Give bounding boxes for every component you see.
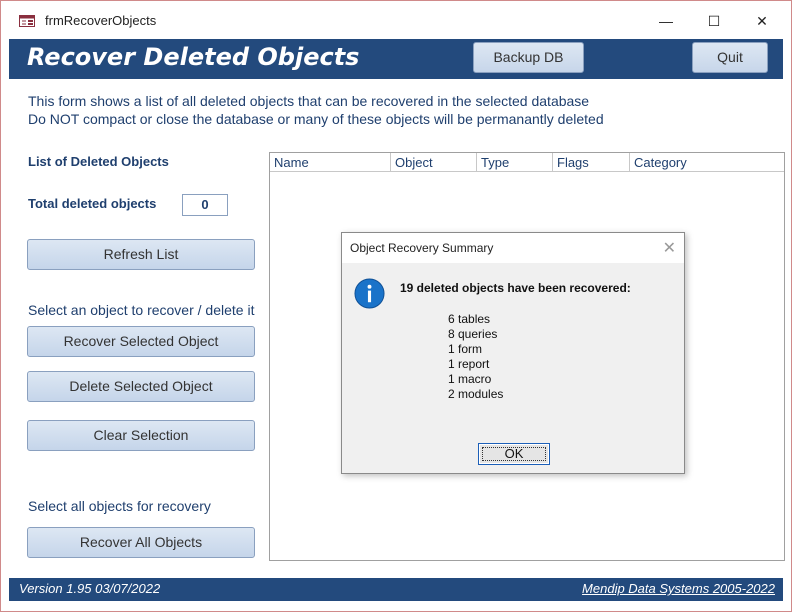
recover-selected-button[interactable]: Recover Selected Object — [27, 326, 255, 357]
quit-button[interactable]: Quit — [692, 42, 768, 73]
total-deleted-label: Total deleted objects — [28, 196, 157, 211]
dialog-close-button[interactable]: ✕ — [663, 238, 676, 258]
ok-button-label: OK — [479, 444, 549, 464]
page-title: Recover Deleted Objects — [27, 43, 360, 71]
version-text: Version 1.95 03/07/2022 — [19, 581, 161, 596]
company-link[interactable]: Mendip Data Systems 2005-2022 — [582, 581, 775, 596]
backup-db-button[interactable]: Backup DB — [473, 42, 584, 73]
select-all-instruction: Select all objects for recovery — [28, 498, 211, 514]
column-header-object[interactable]: Object — [391, 153, 477, 172]
clear-selection-button[interactable]: Clear Selection — [27, 420, 255, 451]
select-object-instruction: Select an object to recover / delete it — [28, 302, 255, 318]
footer-band: Version 1.95 03/07/2022 Mendip Data Syst… — [9, 578, 783, 601]
app-window: frmRecoverObjects — ☐ ✕ Recover Deleted … — [0, 0, 792, 612]
form-icon — [19, 15, 35, 27]
ok-button[interactable]: OK — [478, 443, 550, 465]
intro-text-line1: This form shows a list of all deleted ob… — [28, 93, 590, 109]
window-title: frmRecoverObjects — [45, 13, 157, 28]
summary-line-reports: 1 report — [448, 357, 490, 371]
column-header-category[interactable]: Category — [630, 153, 784, 172]
recovery-summary-dialog: Object Recovery Summary ✕ 19 deleted obj… — [341, 232, 685, 474]
summary-line-modules: 2 modules — [448, 387, 504, 401]
dialog-title: Object Recovery Summary — [350, 241, 494, 255]
close-button[interactable]: ✕ — [739, 7, 785, 35]
dialog-message: 19 deleted objects have been recovered: — [400, 281, 631, 295]
delete-selected-button[interactable]: Delete Selected Object — [27, 371, 255, 402]
column-header-type[interactable]: Type — [477, 153, 553, 172]
column-header-flags[interactable]: Flags — [553, 153, 630, 172]
column-header-name[interactable]: Name — [270, 153, 391, 172]
info-icon — [354, 278, 385, 309]
refresh-list-button[interactable]: Refresh List — [27, 239, 255, 270]
deleted-objects-label: List of Deleted Objects — [28, 154, 169, 169]
dialog-title-bar: Object Recovery Summary ✕ — [342, 233, 684, 263]
summary-line-tables: 6 tables — [448, 312, 491, 326]
summary-line-forms: 1 form — [448, 342, 483, 356]
header-band: Recover Deleted Objects Backup DB Quit — [9, 39, 783, 79]
maximize-button[interactable]: ☐ — [691, 7, 737, 35]
title-bar: frmRecoverObjects — ☐ ✕ — [1, 1, 791, 39]
summary-line-macros: 1 macro — [448, 372, 492, 386]
intro-text-line2: Do NOT compact or close the database or … — [28, 111, 604, 127]
total-deleted-value: 0 — [182, 194, 228, 216]
minimize-button[interactable]: — — [643, 7, 689, 35]
recover-all-button[interactable]: Recover All Objects — [27, 527, 255, 558]
summary-line-queries: 8 queries — [448, 327, 498, 341]
